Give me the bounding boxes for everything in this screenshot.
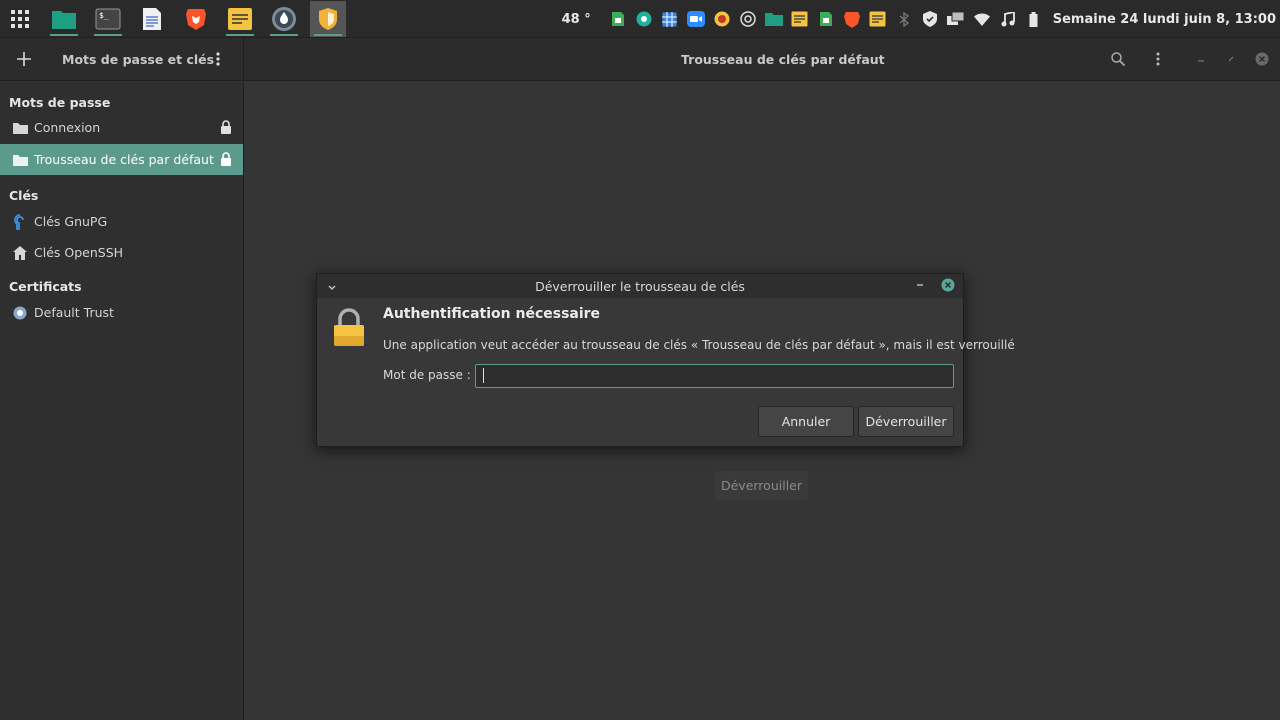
sidebar-header: Mots de passe et clés [0, 38, 244, 81]
folder-icon [12, 152, 28, 168]
gnupg-key-icon [12, 213, 28, 230]
main-menu-icon[interactable] [1143, 44, 1173, 74]
password-label: Mot de passe : [383, 368, 471, 382]
lock-icon [220, 152, 232, 169]
dialog-title: Déverrouiller le trousseau de clés [535, 279, 745, 294]
sidebar-item-gnupg[interactable]: Clés GnuPG [0, 206, 243, 237]
text-caret [483, 368, 484, 383]
section-passwords: Mots de passe [9, 95, 111, 110]
clock[interactable]: Semaine 24 lundi juin 8, 13:00 [1053, 12, 1276, 27]
sidebar-item-label: Trousseau de clés par défaut [34, 152, 214, 167]
section-keys: Clés [9, 188, 39, 203]
sync-tray-icon[interactable] [631, 0, 657, 38]
home-icon [12, 245, 28, 261]
certificate-icon [12, 305, 28, 321]
music-icon[interactable] [995, 0, 1021, 38]
search-icon[interactable] [1103, 44, 1133, 74]
brave-launcher-icon[interactable] [178, 1, 214, 37]
sidebar-item-default-keyring[interactable]: Trousseau de clés par défaut [0, 144, 243, 175]
unlock-keyring-button[interactable]: Déverrouiller [714, 470, 809, 501]
section-certificates: Certificats [9, 279, 82, 294]
minimize-icon[interactable] [1186, 44, 1216, 74]
sidebar-menu-icon[interactable] [203, 44, 233, 74]
text-editor-launcher-icon[interactable] [134, 1, 170, 37]
water-reminder-launcher-icon[interactable] [266, 1, 302, 37]
dialog-minimize-icon[interactable] [916, 278, 924, 294]
passwords-keys-launcher-icon[interactable] [310, 1, 346, 37]
dialog-message: Une application veut accéder au troussea… [383, 338, 1015, 352]
sidebar-title: Mots de passe et clés [62, 52, 215, 67]
files-launcher-icon[interactable] [46, 1, 82, 37]
close-icon[interactable] [1247, 44, 1277, 74]
sidebar-item-connexion[interactable]: Connexion [0, 112, 243, 143]
battery-icon[interactable] [1021, 0, 1047, 38]
notes2-tray-icon[interactable] [865, 0, 891, 38]
notes-tray-icon[interactable] [787, 0, 813, 38]
system-tray: 48 ° Semaine 24 lundi juin 8, 13:00 [562, 0, 1280, 38]
brave-tray-icon[interactable] [839, 0, 865, 38]
spreadsheet-tray-icon[interactable] [605, 0, 631, 38]
folder-tray-icon[interactable] [761, 0, 787, 38]
unlock-dialog: Déverrouiller le trousseau de clés Authe… [316, 273, 1015, 447]
dialog-heading: Authentification nécessaire [383, 306, 601, 322]
bluetooth-icon[interactable] [891, 0, 917, 38]
sheet-tray-icon[interactable] [813, 0, 839, 38]
sidebar-item-openssh[interactable]: Clés OpenSSH [0, 237, 243, 268]
unlock-button[interactable]: Déverrouiller [858, 406, 954, 437]
app-grid-icon[interactable] [2, 1, 38, 37]
window-title: Trousseau de clés par défaut [681, 52, 885, 67]
zoom-tray-icon[interactable] [683, 0, 709, 38]
svg-text:$_: $_ [99, 11, 109, 20]
wifi-icon[interactable] [969, 0, 995, 38]
sidebar-item-label: Connexion [34, 120, 101, 135]
folder-icon [12, 120, 28, 136]
record-tray-icon[interactable] [709, 0, 735, 38]
password-input[interactable] [475, 364, 954, 388]
dialog-close-icon[interactable] [941, 278, 955, 296]
shield-tray-icon[interactable] [917, 0, 943, 38]
display-tray-icon[interactable] [943, 0, 969, 38]
add-icon[interactable] [9, 44, 39, 74]
top-panel: $_ 48 ° Semaine 24 lundi juin 8, 13:00 [0, 0, 1280, 38]
terminal-launcher-icon[interactable]: $_ [90, 1, 126, 37]
sidebar-item-label: Clés OpenSSH [34, 245, 124, 260]
dialog-titlebar: Déverrouiller le trousseau de clés [317, 274, 963, 298]
notes-launcher-icon[interactable] [222, 1, 258, 37]
lock-icon [220, 120, 232, 137]
sidebar-item-default-trust[interactable]: Default Trust [0, 297, 243, 328]
padlock-icon [333, 308, 365, 352]
sidebar: Mots de passe Connexion Trousseau de clé… [0, 82, 244, 720]
temperature-indicator[interactable]: 48 ° [562, 12, 591, 27]
sidebar-item-label: Clés GnuPG [34, 214, 108, 229]
camera-aperture-tray-icon[interactable] [735, 0, 761, 38]
header-bar: Mots de passe et clés Trousseau de clés … [0, 38, 1280, 81]
sidebar-item-label: Default Trust [34, 305, 114, 320]
cancel-button[interactable]: Annuler [758, 406, 854, 437]
calculator-tray-icon[interactable] [657, 0, 683, 38]
maximize-icon[interactable] [1216, 44, 1246, 74]
